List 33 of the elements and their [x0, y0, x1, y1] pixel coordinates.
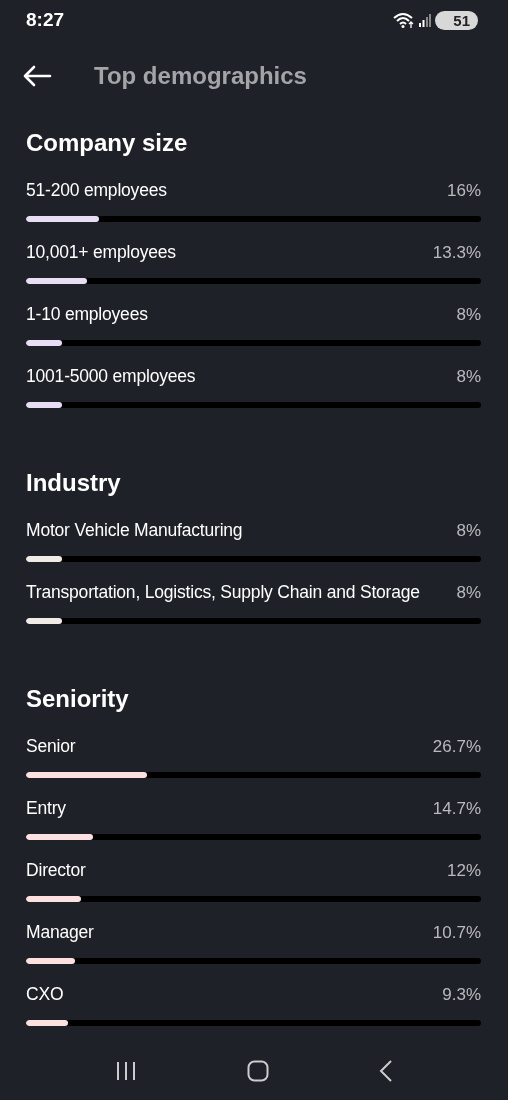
- percentage-value: 12%: [446, 861, 481, 881]
- recent-apps-icon[interactable]: [115, 1061, 137, 1081]
- status-time: 8:27: [26, 9, 65, 31]
- row-label: Director: [26, 860, 86, 881]
- row-label: Motor Vehicle Manufacturing: [26, 520, 243, 541]
- percentage-value: 10.7%: [432, 923, 481, 943]
- percentage-value: 8%: [456, 583, 481, 603]
- section-heading: Industry: [26, 468, 122, 498]
- percentage-value: 26.7%: [432, 737, 481, 757]
- row-label: Senior: [26, 736, 76, 757]
- row-label: 51-200 employees: [26, 180, 167, 201]
- percentage-value: 8%: [456, 305, 481, 325]
- row-label: 10,001+ employees: [26, 242, 176, 263]
- percentage-value: 14.7%: [432, 799, 481, 819]
- page-title: Top demographics: [94, 62, 307, 90]
- row-label: Transportation, Logistics, Supply Chain and Storage: [26, 582, 420, 603]
- home-icon[interactable]: [247, 1060, 269, 1082]
- percentage-value: 8%: [456, 367, 481, 387]
- row-label: 1001-5000 employees: [26, 366, 196, 387]
- percentage-value: 13.3%: [432, 243, 481, 263]
- row-label: 1-10 employees: [26, 304, 148, 325]
- section-heading: Company size: [26, 128, 189, 158]
- percentage-value: 8%: [456, 521, 481, 541]
- back-nav-icon[interactable]: [379, 1060, 393, 1082]
- battery-indicator: 51: [435, 10, 478, 30]
- row-label: Manager: [26, 922, 94, 943]
- row-label: Entry: [26, 798, 66, 819]
- wifi-icon: [393, 12, 416, 28]
- percentage-value: 16%: [446, 181, 481, 201]
- signal-icon: [419, 13, 432, 27]
- percentage-value: 9.3%: [442, 985, 481, 1005]
- section-heading: Seniority: [26, 684, 130, 714]
- row-label: CXO: [26, 984, 64, 1005]
